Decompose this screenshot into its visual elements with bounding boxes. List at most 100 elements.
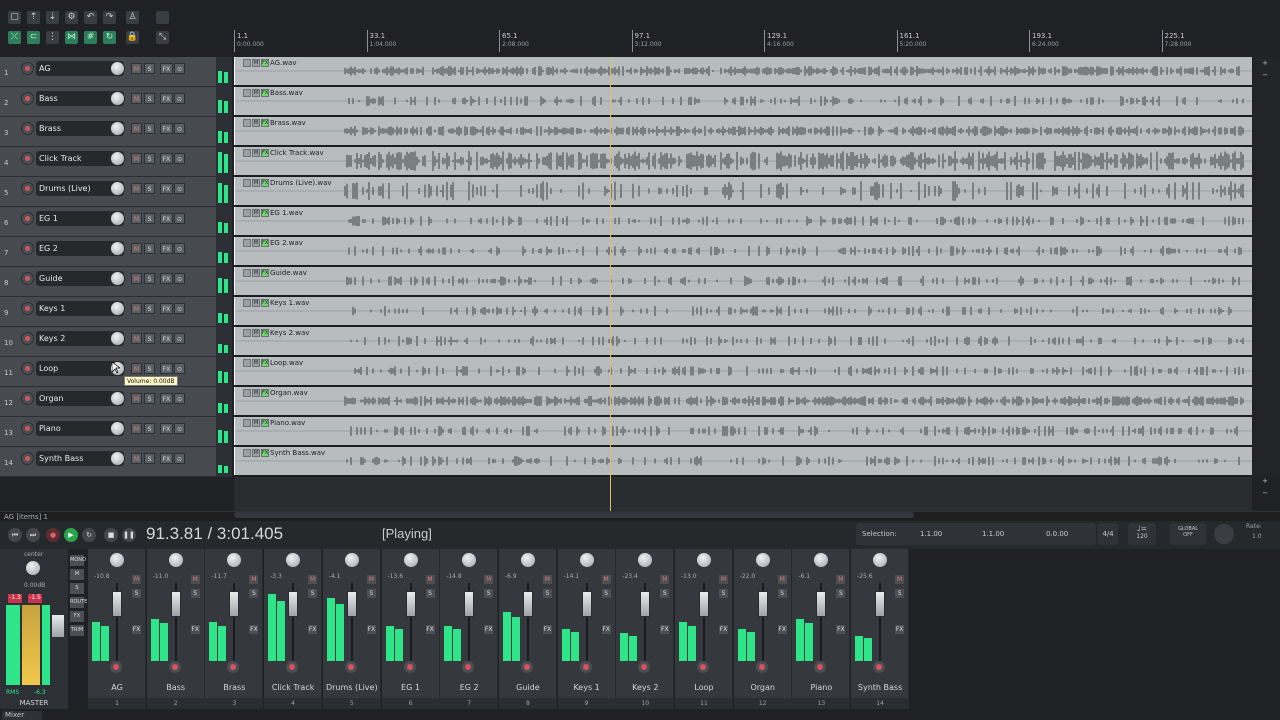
channel-record-arm-button[interactable] xyxy=(286,661,299,673)
track-header[interactable]: 1 AG M S FX ⊙ xyxy=(0,57,216,87)
project-settings-icon[interactable]: ⚙ xyxy=(65,11,78,24)
track-fx-button[interactable]: FX xyxy=(160,93,173,104)
channel-pan-knob[interactable] xyxy=(286,553,301,567)
track-io-button[interactable]: ⊙ xyxy=(174,273,185,284)
channel-solo-button[interactable]: S xyxy=(249,589,259,598)
item-mute-button[interactable]: M xyxy=(252,89,260,97)
channel-mute-button[interactable]: M xyxy=(777,575,787,584)
channel-fader[interactable] xyxy=(112,591,122,617)
track-lane[interactable]: M FX Synth Bass.wav xyxy=(234,447,1252,477)
item-mute-button[interactable]: M xyxy=(252,359,260,367)
item-mute-button[interactable]: M xyxy=(252,449,260,457)
master-side-button[interactable]: M xyxy=(70,569,84,580)
track-lane[interactable]: M FX Keys 1.wav xyxy=(234,297,1252,327)
track-fx-button[interactable]: FX xyxy=(160,273,173,284)
mixer-tab[interactable]: Mixer xyxy=(2,711,42,720)
tempo-box[interactable]: ♩= 120 xyxy=(1128,523,1156,545)
item-fx-button[interactable]: FX xyxy=(261,299,269,307)
item-lock-icon[interactable] xyxy=(243,59,251,67)
media-item[interactable]: M FX Brass.wav xyxy=(234,117,1252,145)
master-fader[interactable] xyxy=(52,615,64,637)
channel-fx-button[interactable]: FX xyxy=(308,625,318,634)
track-volume-knob[interactable] xyxy=(110,61,125,76)
channel-solo-button[interactable]: S xyxy=(777,589,787,598)
track-header[interactable]: 2 Bass M S FX ⊙ xyxy=(0,87,216,117)
channel-pan-knob[interactable] xyxy=(168,553,183,567)
channel-solo-button[interactable]: S xyxy=(836,589,846,598)
item-fx-button[interactable]: FX xyxy=(261,179,269,187)
item-fx-button[interactable]: FX xyxy=(261,89,269,97)
track-volume-knob[interactable] xyxy=(110,301,125,316)
track-io-button[interactable]: ⊙ xyxy=(174,93,185,104)
track-mute-button[interactable]: M xyxy=(131,363,142,374)
time-signature[interactable]: 4/4 xyxy=(1098,523,1118,545)
item-lock-icon[interactable] xyxy=(243,359,251,367)
track-io-button[interactable]: ⊙ xyxy=(174,453,185,464)
channel-pan-knob[interactable] xyxy=(403,553,418,567)
channel-fx-button[interactable]: FX xyxy=(484,625,494,634)
channel-mute-button[interactable]: M xyxy=(719,575,728,584)
track-fx-button[interactable]: FX xyxy=(160,183,173,194)
item-lock-icon[interactable] xyxy=(243,389,251,397)
channel-solo-button[interactable]: S xyxy=(308,589,318,598)
channel-fader[interactable] xyxy=(405,591,416,617)
lock-icon[interactable]: 🔒 xyxy=(126,31,139,44)
track-mute-button[interactable]: M xyxy=(131,153,142,164)
channel-solo-button[interactable]: S xyxy=(660,589,670,598)
item-lock-icon[interactable] xyxy=(243,239,251,247)
track-lane[interactable]: M FX Piano.wav xyxy=(234,417,1252,447)
track-solo-button[interactable]: S xyxy=(144,63,155,74)
track-header[interactable]: 3 Brass M S FX ⊙ xyxy=(0,117,216,147)
channel-mute-button[interactable]: M xyxy=(542,575,552,584)
track-solo-button[interactable]: S xyxy=(144,183,155,194)
channel-fx-button[interactable]: FX xyxy=(425,625,435,634)
channel-record-arm-button[interactable] xyxy=(168,661,181,673)
track-solo-button[interactable]: S xyxy=(144,93,155,104)
rate-value[interactable]: 1.0 xyxy=(1252,533,1262,540)
channel-solo-button[interactable]: S xyxy=(895,589,905,598)
ruler-marker[interactable]: 33.1 1:04.000 xyxy=(366,30,396,52)
ripple-edit-icon[interactable]: ⤫ xyxy=(8,31,21,44)
track-io-button[interactable]: ⊙ xyxy=(174,363,185,374)
zoom-in-icon[interactable]: + xyxy=(1260,59,1270,69)
channel-fader[interactable] xyxy=(288,591,299,617)
selection-box[interactable]: Selection: 1.1.00 1.1.00 0.0.00 xyxy=(856,523,1096,545)
channel-pan-knob[interactable] xyxy=(814,553,829,567)
channel-fader[interactable] xyxy=(464,591,475,617)
item-lock-icon[interactable] xyxy=(243,449,251,457)
channel-record-arm-button[interactable] xyxy=(814,661,827,673)
track-volume-knob[interactable] xyxy=(110,241,125,256)
track-header[interactable]: 8 Guide M S FX ⊙ xyxy=(0,267,216,297)
ruler-marker[interactable]: 193.1 6:24.000 xyxy=(1029,30,1059,52)
track-lane[interactable]: M FX Loop.wav xyxy=(234,357,1252,387)
media-item[interactable]: M FX Loop.wav xyxy=(234,357,1252,385)
track-fx-button[interactable]: FX xyxy=(160,333,173,344)
channel-pan-knob[interactable] xyxy=(462,553,477,567)
track-lane[interactable]: M FX Brass.wav xyxy=(234,117,1252,147)
master-side-button[interactable]: FX xyxy=(70,611,84,622)
track-solo-button[interactable]: S xyxy=(144,273,155,284)
item-fx-button[interactable]: FX xyxy=(261,329,269,337)
track-lane[interactable]: M FX Click Track.wav xyxy=(234,147,1252,177)
item-fx-button[interactable]: FX xyxy=(261,59,269,67)
master-side-button[interactable]: MONO xyxy=(70,555,86,566)
channel-fx-button[interactable]: FX xyxy=(366,625,376,634)
channel-solo-button[interactable]: S xyxy=(366,589,376,598)
track-mute-button[interactable]: M xyxy=(131,213,142,224)
track-mute-button[interactable]: M xyxy=(131,183,142,194)
track-solo-button[interactable]: S xyxy=(144,213,155,224)
record-arm-button[interactable] xyxy=(21,122,34,135)
track-volume-knob[interactable] xyxy=(110,121,125,136)
record-arm-button[interactable] xyxy=(21,62,34,75)
media-item[interactable]: M FX Keys 1.wav xyxy=(234,297,1252,325)
channel-record-arm-button[interactable] xyxy=(755,661,768,673)
item-fx-button[interactable]: FX xyxy=(261,389,269,397)
master-pan-knob[interactable] xyxy=(26,561,40,575)
undo-icon[interactable]: ↶ xyxy=(84,11,97,24)
channel-record-arm-button[interactable] xyxy=(638,661,651,673)
ruler-marker[interactable]: 161.1 5:20.000 xyxy=(896,30,926,52)
media-item[interactable]: M FX EG 2.wav xyxy=(234,237,1252,265)
track-header[interactable]: 4 Click Track M S FX ⊙ xyxy=(0,147,216,177)
channel-mute-button[interactable]: M xyxy=(190,575,200,584)
record-arm-button[interactable] xyxy=(21,392,34,405)
